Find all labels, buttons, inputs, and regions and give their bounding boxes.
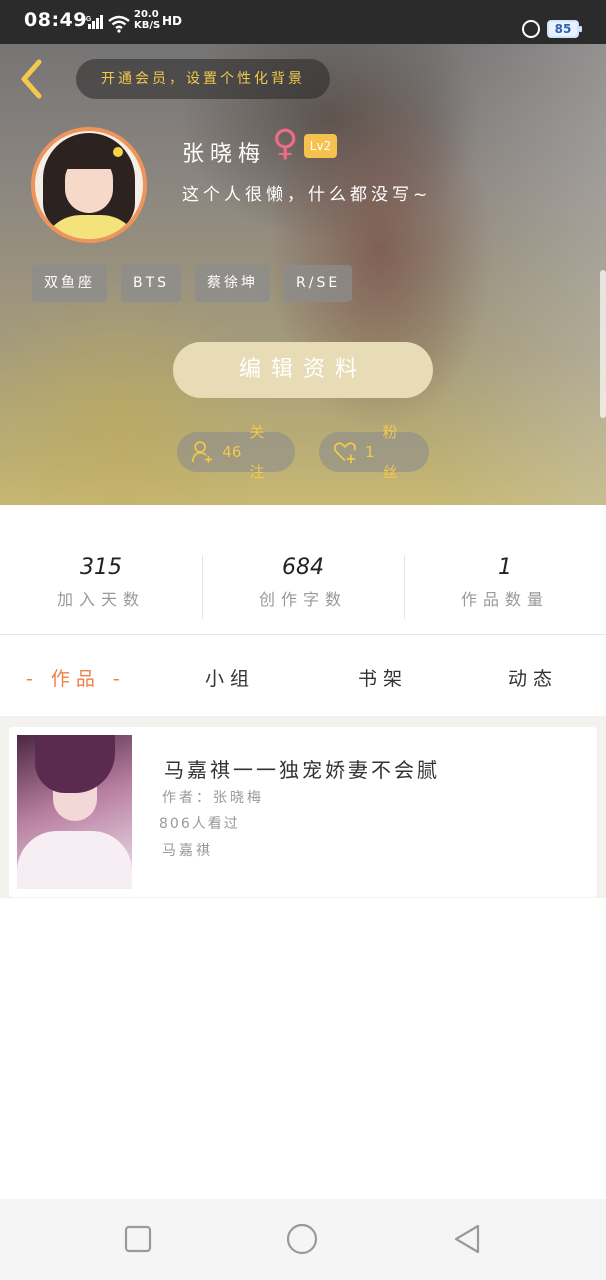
following-count: 46 [222,443,242,461]
following-label: 关注 [249,423,269,481]
wifi-icon [107,15,131,37]
triangle-back-icon [454,1224,480,1254]
work-cover-image[interactable] [17,735,132,889]
level-badge: Lv2 [304,134,337,158]
fans-label: 粉丝 [382,423,402,481]
heart-add-icon [333,442,356,464]
stat-join-days: 315 加入天数 [0,555,202,610]
stat-value: 315 [80,555,122,580]
signal-icon: 4G [82,14,104,34]
stat-label: 加入天数 [56,590,145,609]
stat-works-count: 1 作品数量 [404,555,606,610]
stat-label: 创作字数 [258,590,347,609]
stat-value: 1 [498,555,512,580]
nav-home-button[interactable] [286,1223,318,1255]
tab-works[interactable]: - 作品 - [26,664,126,691]
system-nav-bar [0,1199,606,1280]
tab-groups[interactable]: 小组 [205,664,255,691]
work-read-count: 806人看过 [159,816,240,832]
circle-icon [286,1223,318,1255]
avatar[interactable] [31,127,147,243]
user-name: 张晓梅 [182,142,267,167]
vip-background-tip[interactable]: 开通会员，设置个性化背景 [76,59,330,99]
hd-indicator: HD [162,14,183,28]
stat-label: 作品数量 [460,590,549,609]
user-tags: 双鱼座 BTS 蔡徐坤 R/SE [32,265,353,302]
back-button[interactable] [14,56,50,102]
edit-profile-button[interactable]: 编辑资料 [173,342,433,398]
work-title[interactable]: 马嘉祺一一独宠娇妻不会腻 [164,754,440,783]
work-author: 作者：张晓梅 [162,790,264,806]
user-tag[interactable]: 双鱼座 [32,265,107,302]
status-bar: 08:49 4G 20.0 KB/S HD 85 [0,0,606,44]
tab-activity[interactable]: 动态 [508,664,558,691]
status-time: 08:49 [24,9,87,31]
user-signature: 这个人很懒，什么都没写~ [182,185,432,205]
female-icon: ♀ [272,123,299,164]
network-speed-value: 20.0 [134,9,159,20]
rotation-lock-icon [522,20,540,38]
work-tag: 马嘉祺 [162,843,213,859]
network-speed-unit: KB/S [134,20,161,31]
nav-back-button[interactable] [452,1223,484,1255]
stat-value: 684 [282,555,324,580]
user-tag[interactable]: R/SE [284,265,353,302]
tab-bookshelf[interactable]: 书架 [358,664,408,691]
nav-recents-button[interactable] [122,1223,154,1255]
stat-word-count: 684 创作字数 [202,555,404,610]
chevron-left-icon [21,59,42,99]
fans-button[interactable]: 1 粉丝 [319,423,429,481]
fans-count: 1 [364,443,375,461]
scrollbar[interactable] [600,270,606,418]
person-add-icon [191,441,212,463]
user-tag[interactable]: BTS [121,265,182,302]
stats-row: 315 加入天数 684 创作字数 1 作品数量 [0,505,606,635]
profile-tabs: - 作品 - 小组 书架 动态 [0,636,606,716]
network-type: 4G [82,16,92,23]
profile-header: 08:49 4G 20.0 KB/S HD 85 开通会员，设置个性化背景 张晓… [0,0,606,505]
network-speed: 20.0 KB/S [134,9,160,31]
square-icon [124,1225,152,1253]
user-tag[interactable]: 蔡徐坤 [195,265,271,302]
following-button[interactable]: 46 关注 [177,423,295,481]
battery-icon: 85 [547,20,582,38]
work-card[interactable]: 马嘉祺一一独宠娇妻不会腻 作者：张晓梅 806人看过 马嘉祺 [9,727,597,897]
